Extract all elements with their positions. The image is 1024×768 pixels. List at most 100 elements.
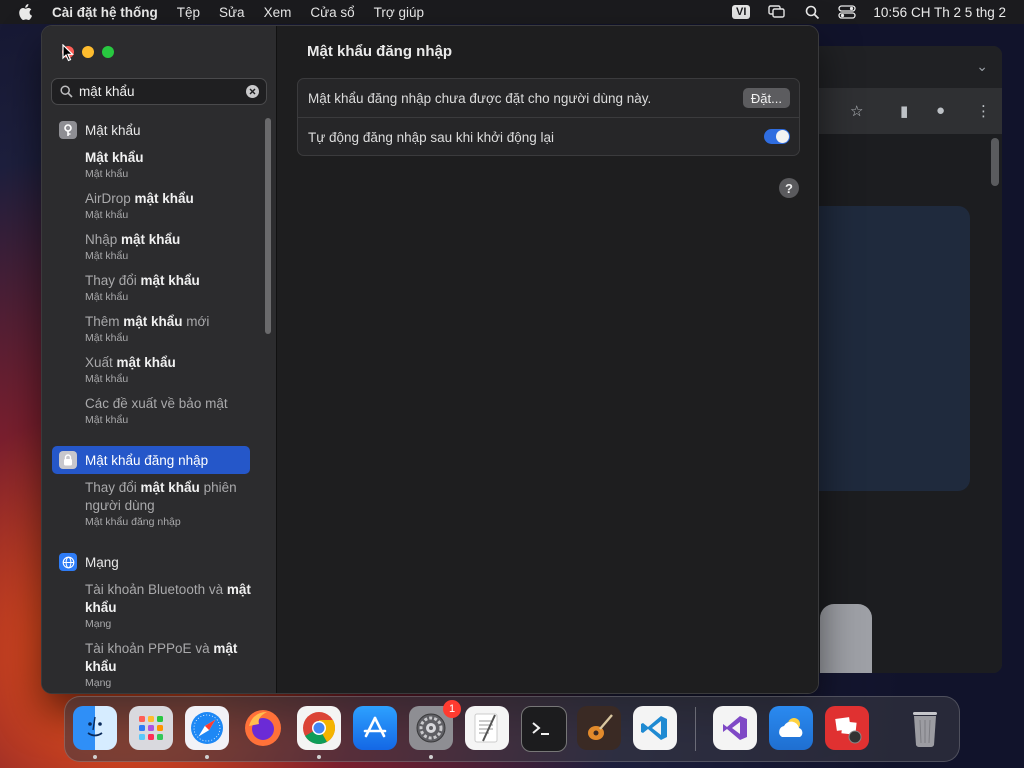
- result-text: mới: [182, 314, 210, 329]
- auto-login-row: Tự động đăng nhập sau khi khởi động lại: [298, 118, 799, 156]
- menu-view[interactable]: Xem: [264, 5, 292, 20]
- sidebar-item-label: Mật khẩu đăng nhập: [85, 452, 209, 468]
- menu-help[interactable]: Trợ giúp: [374, 5, 424, 20]
- set-password-button[interactable]: Đặt...: [742, 88, 790, 108]
- result-text: Tài khoản PPPoE và: [85, 641, 214, 656]
- screen-mirroring-icon[interactable]: [768, 4, 786, 20]
- textedit-icon[interactable]: [465, 706, 509, 750]
- result-category: Mật khẩu đăng nhập: [85, 516, 181, 528]
- garageband-icon[interactable]: [577, 706, 621, 750]
- result-category: Mật khẩu: [85, 291, 129, 303]
- launchpad-icon[interactable]: [129, 706, 173, 750]
- result-item[interactable]: Thay đổi mật khẩu phiên người dùng Mật k…: [85, 479, 260, 529]
- running-indicator: [429, 755, 433, 759]
- safari-icon[interactable]: [185, 706, 229, 750]
- result-item[interactable]: Tài khoản Bluetooth và mật khẩu Mạng: [85, 581, 260, 631]
- finder-icon[interactable]: [73, 706, 117, 750]
- minimize-button[interactable]: [82, 46, 94, 58]
- trash-icon[interactable]: [903, 706, 947, 750]
- sidebar-scrollbar[interactable]: [265, 118, 271, 334]
- mouse-cursor-icon: [62, 44, 74, 62]
- tab-list-chevron-icon[interactable]: ⌄: [976, 58, 988, 75]
- browser-scrollbar[interactable]: [991, 138, 999, 186]
- menu-bar: Cài đặt hệ thống Tệp Sửa Xem Cửa sổ Trợ …: [0, 0, 1024, 24]
- globe-icon: [59, 553, 77, 571]
- menu-app-name[interactable]: Cài đặt hệ thống: [52, 5, 158, 20]
- sidebar-item-login-password[interactable]: Mật khẩu đăng nhập: [52, 446, 250, 474]
- result-category: Mạng: [85, 677, 112, 689]
- result-text: Thay đổi: [85, 273, 141, 288]
- zoom-button[interactable]: [102, 46, 114, 58]
- result-category: Mật khẩu: [85, 373, 129, 385]
- browser-menu-icon[interactable]: ⋮: [976, 102, 991, 120]
- auto-login-label: Tự động đăng nhập sau khi khởi động lại: [308, 129, 555, 145]
- result-item[interactable]: Tài khoản PPPoE và mật khẩu Mạng: [85, 640, 260, 690]
- menu-edit[interactable]: Sửa: [219, 5, 245, 20]
- auto-login-toggle[interactable]: [764, 129, 790, 144]
- system-settings-icon[interactable]: 1: [409, 700, 461, 750]
- profile-icon[interactable]: ●: [936, 102, 945, 119]
- result-item[interactable]: Thêm mật khẩu mới Mật khẩu: [85, 313, 260, 345]
- result-item[interactable]: Các đề xuất về bảo mật Mật khẩu: [85, 395, 260, 427]
- result-match: mật khẩu: [121, 232, 181, 247]
- toggle-knob: [776, 130, 789, 143]
- detail-pane: Mật khẩu đăng nhập Mật khẩu đăng nhập ch…: [277, 26, 818, 693]
- result-text: Nhập: [85, 232, 122, 247]
- search-input[interactable]: [79, 84, 239, 99]
- result-item[interactable]: Mật khẩu Mật khẩu: [85, 149, 260, 181]
- visual-studio-icon[interactable]: [713, 706, 757, 750]
- sidebar-item-label: Mạng: [85, 554, 119, 570]
- result-text: Các đề xuất về bảo mật: [85, 396, 228, 411]
- result-text: AirDrop: [85, 191, 135, 206]
- result-text: Thêm: [85, 314, 124, 329]
- page-title: Mật khẩu đăng nhập: [307, 43, 453, 60]
- menu-file[interactable]: Tệp: [177, 5, 200, 20]
- sidebar: Mật khẩu Mật khẩu Mật khẩu AirDrop mật k…: [42, 26, 277, 693]
- bookmark-star-icon[interactable]: ☆: [850, 102, 863, 120]
- app-store-icon[interactable]: [353, 706, 397, 750]
- terminal-icon[interactable]: [521, 706, 567, 752]
- browser-tab-bar: [808, 46, 1002, 88]
- result-match: mật khẩu: [140, 480, 200, 495]
- vscode-icon[interactable]: [633, 706, 677, 750]
- firefox-icon[interactable]: [241, 706, 285, 750]
- result-item[interactable]: Nhập mật khẩu Mật khẩu: [85, 231, 260, 263]
- sidebar-item-network[interactable]: Mạng: [52, 548, 250, 576]
- result-text: Xuất: [85, 355, 117, 370]
- help-button[interactable]: ?: [779, 178, 799, 198]
- result-match: Mật khẩu: [85, 150, 144, 165]
- result-match: mật khẩu: [134, 191, 194, 206]
- input-source-badge[interactable]: VI: [732, 5, 751, 19]
- control-center-icon[interactable]: [838, 4, 857, 20]
- background-browser-window[interactable]: ⌄ ☆ ▮ ● ⋮: [808, 46, 1002, 673]
- spotlight-search-icon[interactable]: [803, 4, 821, 20]
- running-indicator: [317, 755, 321, 759]
- result-item[interactable]: Thay đổi mật khẩu Mật khẩu: [85, 272, 260, 304]
- result-match: mật khẩu: [140, 273, 200, 288]
- photo-booth-icon[interactable]: [825, 706, 869, 750]
- notification-badge: 1: [443, 700, 461, 718]
- menu-clock[interactable]: 10:56 CH Th 2 5 thg 2: [873, 5, 1006, 20]
- apple-menu-icon[interactable]: [18, 4, 32, 20]
- sidebar-item-passwords[interactable]: Mật khẩu: [52, 116, 250, 144]
- menu-window[interactable]: Cửa sổ: [310, 5, 354, 20]
- system-settings-window: Mật khẩu Mật khẩu Mật khẩu AirDrop mật k…: [41, 25, 819, 694]
- result-category: Mật khẩu: [85, 168, 129, 180]
- weather-icon[interactable]: [769, 706, 813, 750]
- login-password-row: Mật khẩu đăng nhập chưa được đặt cho ngư…: [298, 79, 799, 118]
- running-indicator: [205, 755, 209, 759]
- result-item[interactable]: AirDrop mật khẩu Mật khẩu: [85, 190, 260, 222]
- side-panel-icon[interactable]: ▮: [900, 102, 908, 120]
- result-text: Tài khoản Bluetooth và: [85, 582, 227, 597]
- sidebar-item-label: Mật khẩu: [85, 122, 141, 138]
- result-item[interactable]: Xuất mật khẩu Mật khẩu: [85, 354, 260, 386]
- result-text: Thay đổi: [85, 480, 141, 495]
- content-gray-block: [820, 604, 872, 673]
- dock: 1: [64, 696, 960, 762]
- search-field[interactable]: [51, 78, 267, 105]
- key-icon: [59, 121, 77, 139]
- search-icon: [60, 85, 73, 98]
- browser-content: [808, 134, 1002, 673]
- chrome-icon[interactable]: [297, 706, 341, 750]
- clear-search-icon[interactable]: [246, 85, 259, 98]
